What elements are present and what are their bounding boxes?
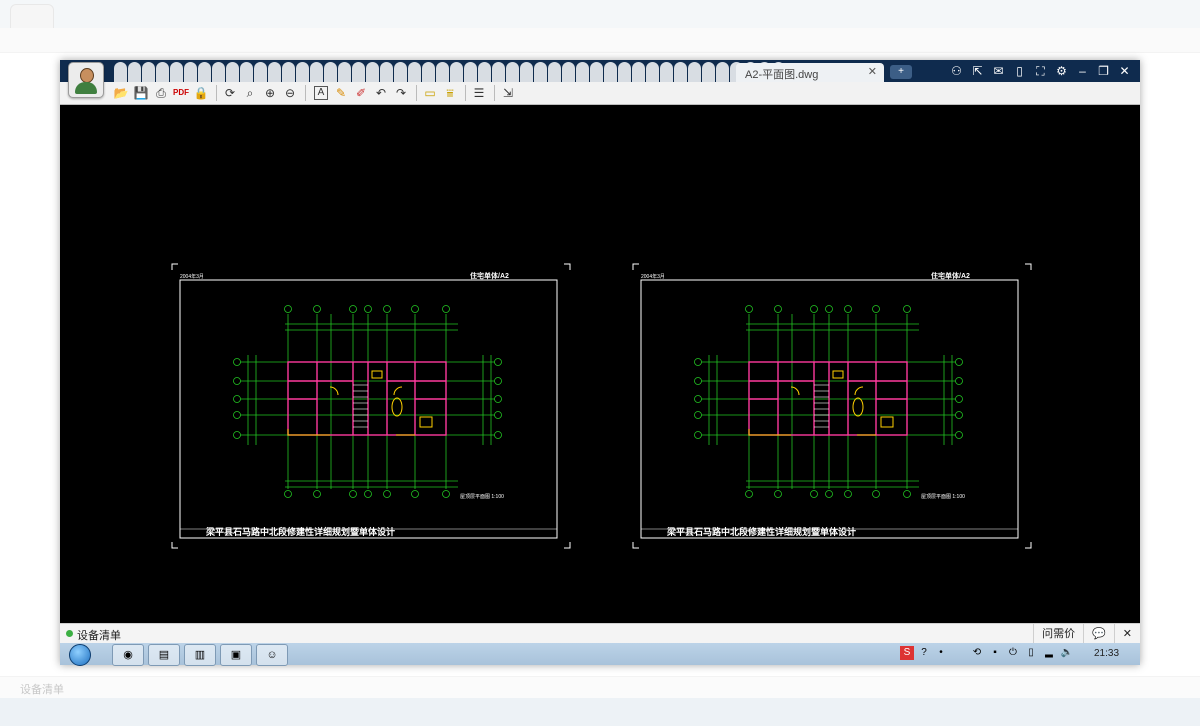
toolbar: 📂 💾 ⎙ PDF 🔒 ⟳ ⌕ ⊕ ⊖ A ✎ ✐ ↶ ↷ ▭ ⩸ ☰ ⇲ [60, 82, 1140, 105]
chat-icon[interactable]: ✉ [989, 62, 1008, 80]
minimize-icon[interactable]: – [1073, 62, 1092, 80]
plan-title-right: 屋顶层平面图 1:100 [921, 494, 965, 500]
bg-status-label: 设备清单 [20, 684, 64, 696]
bg-tabbar [0, 0, 1200, 28]
toolbar-icons: 📂 💾 ⎙ PDF 🔒 ⟳ ⌕ ⊕ ⊖ A ✎ ✐ ↶ ↷ ▭ ⩸ ☰ ⇲ [112, 84, 519, 102]
sheet-date-left: 2004年3月 [180, 273, 204, 280]
measure-icon[interactable]: ▭ [421, 84, 439, 102]
bg-statusbar: 设备清单 [0, 676, 1200, 699]
books-task-icon[interactable]: ▥ [184, 644, 216, 666]
folder-task-icon[interactable]: ▣ [220, 644, 252, 666]
close-tab-icon[interactable]: ✕ [868, 65, 877, 78]
document-tab[interactable]: A2-平面图.dwg ✕ [736, 63, 884, 82]
browser-task-icon[interactable]: ◉ [112, 644, 144, 666]
close-window-icon[interactable]: ✕ [1115, 62, 1134, 80]
text-icon[interactable]: A [314, 86, 328, 100]
share-icon[interactable]: ⇱ [968, 62, 987, 80]
equipment-list-link[interactable]: 设备清单 [77, 627, 121, 643]
sheet-title-right: 住宅单体/A2 [931, 271, 970, 280]
drawing-canvas[interactable]: 2004年3月 住宅单体/A2 屋顶层平面图 1:100 梁平县石马路中北段修建… [60, 105, 1140, 623]
restore-icon[interactable]: ❐ [1094, 62, 1113, 80]
drawing-sheet-left [171, 263, 571, 549]
pdf-icon[interactable]: PDF [172, 84, 190, 102]
new-tab-button[interactable]: + [890, 65, 912, 79]
export-icon[interactable]: ⇲ [499, 84, 517, 102]
fullscreen-icon[interactable]: ⛶ [1031, 62, 1050, 80]
cad-viewer-window: A2-平面图.dwg ✕ + ⚇ ⇱ ✉ ▯ ⛶ ⚙ – ❐ ✕ 📂 💾 ⎙ P… [60, 60, 1140, 666]
project-title-right: 梁平县石马路中北段修建性详细规划暨单体设计 [666, 526, 856, 537]
tray-icons-left: S ? • [900, 646, 948, 660]
ime-icon[interactable]: S [900, 646, 914, 660]
statusbar-actions: 问需价 💬 ✕ [1033, 624, 1140, 644]
tab-bar: A2-平面图.dwg ✕ + ⚇ ⇱ ✉ ▯ ⛶ ⚙ – ❐ ✕ [60, 60, 1140, 82]
lock-icon[interactable]: 🔒 [192, 84, 210, 102]
monitor-icon[interactable]: ▪ [988, 646, 1002, 660]
tab-decoration [114, 62, 789, 82]
drawing-sheet-right [632, 263, 1032, 549]
zoom-out-icon[interactable]: ⊖ [281, 84, 299, 102]
bg-avatar [10, 4, 54, 48]
explorer-task-icon[interactable]: ▤ [148, 644, 180, 666]
redo-icon[interactable]: ↷ [392, 84, 410, 102]
refresh-icon[interactable]: ⟳ [221, 84, 239, 102]
power-icon[interactable]: ⏻ [1006, 646, 1020, 660]
network-icon[interactable]: ▂ [1042, 646, 1056, 660]
users-icon[interactable]: ⚇ [947, 62, 966, 80]
document-tab-title: A2-平面图.dwg [745, 69, 819, 81]
sync-icon[interactable]: ⟲ [970, 646, 984, 660]
taskbar-apps: ◉ ▤ ▥ ▣ ☺ [112, 644, 288, 666]
dimension-icon[interactable]: ⩸ [441, 84, 459, 102]
windows-orb-icon [69, 644, 91, 666]
settings-gear-icon[interactable]: ⚙ [1052, 62, 1071, 80]
sheet-date-right: 2004年3月 [641, 273, 665, 280]
layers-icon[interactable]: ☰ [470, 84, 488, 102]
taskbar: ◉ ▤ ▥ ▣ ☺ S ? • ⟲ ▪ ⏻ ▯ ▂ 🔈 21:33 [60, 643, 1140, 666]
tray-icons-right: ⟲ ▪ ⏻ ▯ ▂ 🔈 [970, 646, 1074, 660]
status-dot-icon [66, 630, 73, 637]
avatar[interactable] [68, 62, 104, 98]
zoom-in-icon[interactable]: ⊕ [261, 84, 279, 102]
bg-taskbar [0, 698, 1200, 726]
start-button[interactable] [63, 643, 95, 666]
highlight-icon[interactable]: ✐ [352, 84, 370, 102]
device-icon[interactable]: ▯ [1024, 646, 1038, 660]
window-controls: ⚇ ⇱ ✉ ▯ ⛶ ⚙ – ❐ ✕ [947, 62, 1134, 80]
drawing-svg: 2004年3月 住宅单体/A2 屋顶层平面图 1:100 梁平县石马路中北段修建… [171, 263, 1032, 549]
tray-dot-icon[interactable]: • [934, 646, 948, 660]
pen-icon[interactable]: ✎ [332, 84, 350, 102]
project-title-left: 梁平县石马路中北段修建性详细规划暨单体设计 [205, 526, 395, 537]
zoom-window-icon[interactable]: ⌕ [241, 84, 259, 102]
statusbar: 设备清单 问需价 💬 ✕ [60, 623, 1140, 644]
print-icon[interactable]: ⎙ [152, 84, 170, 102]
phone-icon[interactable]: ▯ [1010, 62, 1029, 80]
help-icon[interactable]: ? [917, 646, 931, 660]
chat-bubble-icon[interactable]: 💬 [1083, 624, 1114, 644]
save-icon[interactable]: 💾 [132, 84, 150, 102]
user-task-icon[interactable]: ☺ [256, 644, 288, 666]
sheet-title-left: 住宅单体/A2 [470, 271, 509, 280]
feedback-button[interactable]: 问需价 [1033, 624, 1083, 644]
plan-title-left: 屋顶层平面图 1:100 [460, 494, 504, 500]
clock: 21:33 [1094, 648, 1120, 659]
undo-icon[interactable]: ↶ [372, 84, 390, 102]
statusbar-close-button[interactable]: ✕ [1113, 624, 1140, 644]
volume-icon[interactable]: 🔈 [1060, 646, 1074, 660]
bg-toolbar [0, 28, 1200, 53]
open-icon[interactable]: 📂 [112, 84, 130, 102]
